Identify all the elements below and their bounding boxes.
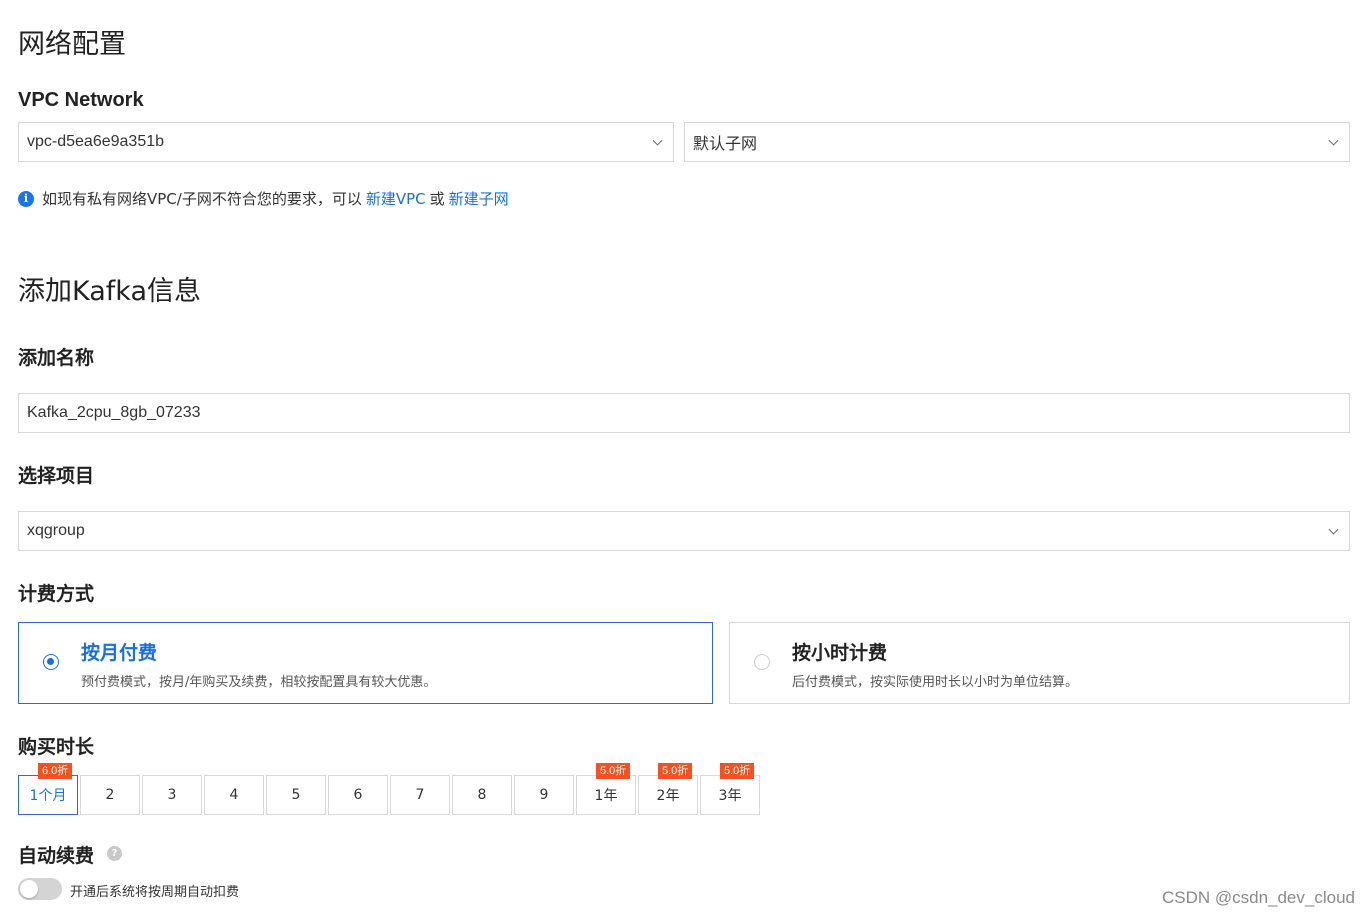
monthly-title: 按月付费 [81,642,158,664]
duration-option-3[interactable]: 3 [142,775,202,815]
duration-option-8[interactable]: 8 [452,775,512,815]
monthly-radio[interactable] [43,654,59,670]
duration-option-3-year[interactable]: 3年 [700,775,760,815]
autorenew-toggle[interactable] [18,878,62,900]
watermark: CSDN @csdn_dev_cloud [1161,888,1355,907]
subnet-select-value: 默认子网 [693,136,758,153]
duration-option-6[interactable]: 6 [328,775,388,815]
network-info: i 如现有私有网络VPC/子网不符合您的要求，可以 新建VPC 或 新建子网 [18,188,509,209]
duration-option-2[interactable]: 2 [80,775,140,815]
discount-badge-1-month: 6.0折 [38,763,73,779]
question-circle-icon[interactable]: ? [107,846,122,861]
duration-option-7[interactable]: 7 [390,775,450,815]
autorenew-label: 自动续费 [18,845,95,867]
billing-label: 计费方式 [18,583,95,605]
autorenew-desc: 开通后系统将按周期自动扣费 [70,885,240,900]
chevron-down-icon [1328,135,1339,146]
new-subnet-link[interactable]: 新建子网 [449,188,509,209]
subnet-select[interactable]: 默认子网 [684,122,1350,162]
chevron-down-icon [652,135,663,146]
network-section-title: 网络配置 [18,29,126,60]
toggle-knob [20,880,38,898]
billing-monthly-card[interactable]: 按月付费 预付费模式，按月/年购买及续费，相较按配置具有较大优惠。 [18,622,713,704]
discount-badge-2-year: 5.0折 [658,763,693,779]
discount-badge-1-year: 5.0折 [596,763,631,779]
duration-option-9[interactable]: 9 [514,775,574,815]
new-vpc-link[interactable]: 新建VPC [366,188,426,209]
hourly-title: 按小时计费 [792,642,888,664]
name-label: 添加名称 [18,347,95,369]
chevron-down-icon [1328,524,1339,535]
vpc-network-label: VPC Network [18,89,144,111]
duration-option-5[interactable]: 5 [266,775,326,815]
hourly-radio[interactable] [754,654,770,670]
duration-option-1-year[interactable]: 1年 [576,775,636,815]
project-select-value: xqgroup [27,522,85,539]
duration-option-1-month[interactable]: 1个月 [18,775,78,815]
project-select[interactable]: xqgroup [18,511,1350,551]
info-icon: i [18,190,34,207]
vpc-select-value: vpc-d5ea6e9a351b [27,133,165,150]
vpc-select[interactable]: vpc-d5ea6e9a351b [18,122,674,162]
hourly-desc: 后付费模式，按实际使用时长以小时为单位结算。 [792,675,1079,690]
duration-option-2-year[interactable]: 2年 [638,775,698,815]
discount-badge-3-year: 5.0折 [720,763,755,779]
name-input-value: Kafka_2cpu_8gb_07233 [27,404,201,421]
duration-label: 购买时长 [18,736,95,758]
network-info-text: 如现有私有网络VPC/子网不符合您的要求，可以 [42,190,362,208]
monthly-desc: 预付费模式，按月/年购买及续费，相较按配置具有较大优惠。 [81,675,437,690]
or-text: 或 [429,190,445,208]
duration-option-4[interactable]: 4 [204,775,264,815]
billing-hourly-card[interactable]: 按小时计费 后付费模式，按实际使用时长以小时为单位结算。 [729,622,1350,704]
kafka-section-title: 添加Kafka信息 [18,276,201,307]
name-input[interactable]: Kafka_2cpu_8gb_07233 [18,393,1350,433]
project-label: 选择项目 [18,465,95,487]
